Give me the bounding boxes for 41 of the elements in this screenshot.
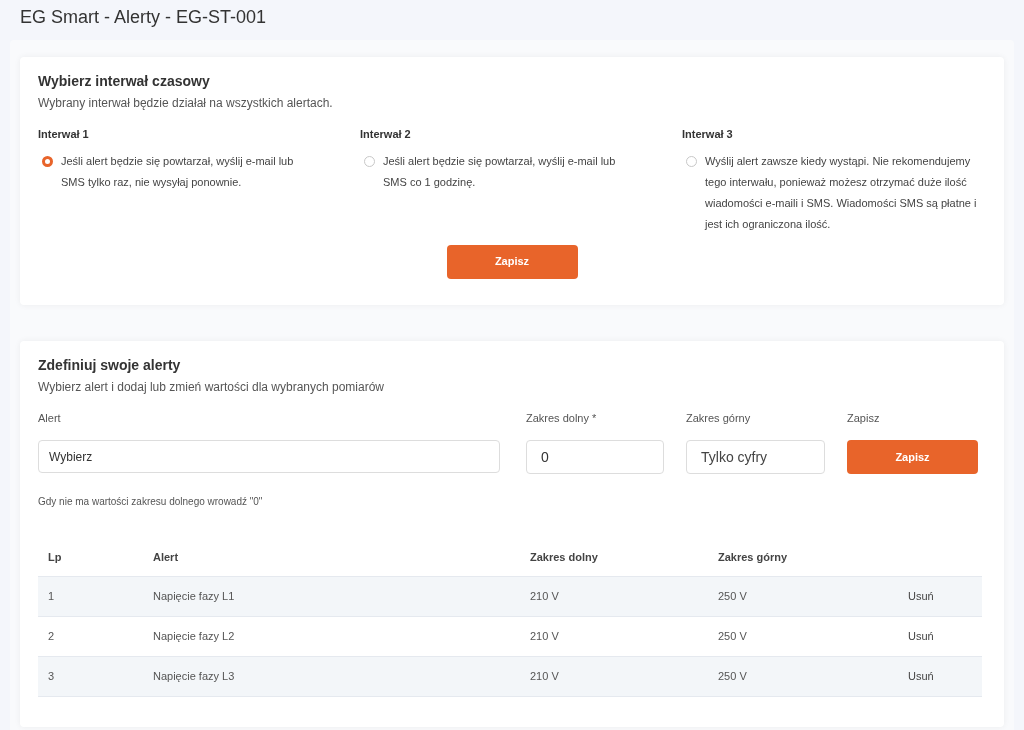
page-title: EG Smart - Alerty - EG-ST-001 — [19, 6, 268, 29]
field-label: Zakres dolny * — [526, 410, 598, 426]
card-title: Zdefiniuj swoje alerty — [38, 355, 182, 375]
delete-link[interactable]: Usuń — [908, 588, 934, 605]
table-cell: 250 V — [718, 630, 747, 643]
card-subtitle: Wybierz alert i dodaj lub zmień wartości dla wybranych pomiarów — [38, 378, 386, 396]
interval-description: Jeśli alert będzie się powtarzał, wyślij e-mail lub SMS co 1 godzinę. — [383, 153, 617, 190]
table-cell: Napięcie fazy L3 — [153, 670, 235, 683]
field-label: Alert — [38, 410, 62, 426]
hint-text: Gdy nie ma wartości zakresu dolnego wrowadź "0" — [38, 495, 264, 509]
table-cell: 250 V — [718, 670, 747, 683]
delete-link[interactable]: Usuń — [908, 668, 934, 685]
table-cell: Napięcie fazy L2 — [153, 630, 235, 643]
interval-label: Interwał 3 — [682, 127, 734, 142]
interval-description: Wyślij alert zawsze kiedy wystąpi. Nie rekomendujemy tego interwału, ponieważ możesz otrzymać duże ilość wiadomości e-maili i SMS. Wiadomości SMS są płatne i jest ich ograniczona ilość. — [705, 153, 978, 232]
upper-range-field[interactable]: Tylko cyfry — [686, 440, 825, 474]
column-header: Lp — [48, 551, 62, 564]
radio-button[interactable] — [686, 155, 697, 167]
radio-button[interactable] — [364, 155, 375, 167]
table-cell: 250 V — [718, 590, 747, 603]
column-header: Zakres górny — [718, 551, 788, 564]
interval-label: Interwał 2 — [360, 127, 412, 142]
table-cell: 210 V — [530, 630, 559, 643]
table-cell: 1 — [48, 590, 55, 603]
column-header: Zakres dolny — [530, 551, 598, 564]
delete-link[interactable]: Usuń — [908, 628, 934, 645]
alert-select[interactable]: Wybierz — [38, 440, 500, 473]
card-title: Wybierz interwał czasowy — [38, 72, 211, 91]
interval-description: Jeśli alert będzie się powtarzał, wyślij e-mail lub SMS tylko raz, nie wysyłaj ponownie. — [61, 153, 295, 190]
table-cell: 210 V — [530, 590, 559, 603]
table-cell: 2 — [48, 630, 55, 643]
column-header: Alert — [153, 551, 179, 564]
table-cell: Napięcie fazy L1 — [153, 590, 235, 603]
lower-range-field[interactable]: 0 — [526, 440, 664, 474]
table-cell: 3 — [48, 670, 55, 683]
table-cell: 210 V — [530, 670, 559, 683]
field-label: Zakres górny — [686, 410, 752, 426]
card-subtitle: Wybrany interwał będzie działał na wszystkich alertach. — [38, 95, 334, 112]
interval-label: Interwał 1 — [38, 127, 90, 142]
radio-button[interactable] — [42, 155, 53, 167]
field-label: Zapisz — [847, 410, 881, 426]
